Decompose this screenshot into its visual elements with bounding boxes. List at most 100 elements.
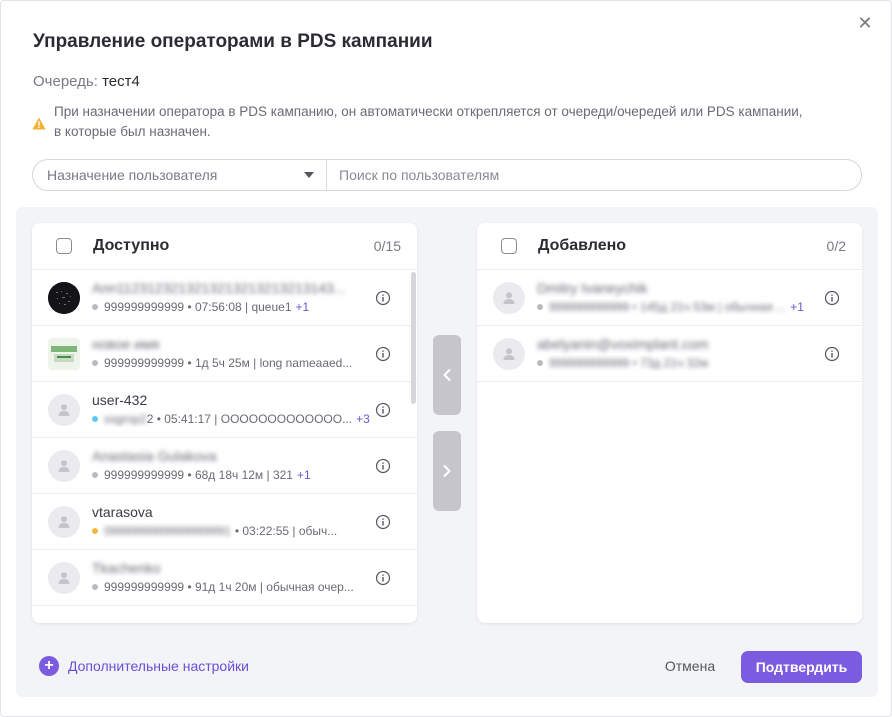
- avatar-image: [48, 337, 80, 370]
- avatar: [48, 449, 80, 482]
- warning-text: При назначении оператора в PDS кампанию,…: [54, 104, 803, 139]
- queue-value: тест4: [102, 73, 140, 90]
- available-header: Доступно 0/15: [32, 223, 417, 270]
- user-icon: [58, 571, 70, 584]
- available-list: Ann1123123213213213213213213143... 99999…: [32, 270, 417, 606]
- user-icon: [503, 347, 515, 360]
- added-list: Dmitry Ivaneychik 999999999999 • 145д 21…: [477, 270, 862, 382]
- status-dot: [92, 528, 98, 534]
- avatar: [48, 281, 80, 314]
- user-name: abelyanin@voximplant.com: [537, 336, 709, 352]
- extra-settings-button[interactable]: + Дополнительные настройки: [39, 656, 249, 676]
- user-name: новое имя: [92, 336, 160, 352]
- user-icon: [58, 515, 70, 528]
- filter-bar: Назначение пользователя: [32, 159, 862, 191]
- added-count: 0/2: [826, 238, 846, 254]
- extra-settings-label: Дополнительные настройки: [68, 658, 249, 674]
- chevron-left-icon: [443, 369, 451, 381]
- list-item[interactable]: Ann1123123213213213213213213143... 99999…: [32, 270, 417, 326]
- user-meta-text: 999999999999 • 145д 21ч 53м | обычная ..…: [549, 300, 787, 314]
- caret-down-icon: [304, 172, 314, 178]
- user-meta: 0999999999999999991 • 03:22:55 | обыч...: [92, 523, 387, 539]
- status-dot: [92, 360, 98, 366]
- avatar-image: [48, 281, 80, 314]
- info-icon[interactable]: [375, 290, 391, 306]
- status-dot: [92, 416, 98, 422]
- plus-icon: +: [39, 656, 59, 676]
- user-name: Anastasia Gulakova: [92, 448, 217, 464]
- user-name: user-432: [92, 392, 148, 408]
- list-item[interactable]: Dmitry Ivaneychik 999999999999 • 145д 21…: [477, 270, 862, 326]
- cancel-button[interactable]: Отмена: [657, 652, 723, 680]
- user-meta-text: 999999999999 • 68д 18ч 12м | 321: [104, 468, 293, 482]
- user-icon: [58, 403, 70, 416]
- available-scrollbar[interactable]: [411, 272, 416, 404]
- extra-queues-count: +1: [790, 300, 804, 314]
- available-panel: Доступно 0/15 Ann11231232132132132132132…: [32, 223, 417, 623]
- status-dot: [92, 304, 98, 310]
- info-icon[interactable]: [375, 402, 391, 418]
- info-icon[interactable]: [375, 570, 391, 586]
- extra-queues-count: +3: [356, 412, 370, 426]
- avatar: [48, 393, 80, 426]
- available-count: 0/15: [373, 238, 401, 254]
- list-item[interactable]: новое имя 999999999999 • 1д 5ч 25м | lon…: [32, 326, 417, 382]
- info-icon[interactable]: [824, 346, 840, 362]
- avatar: [48, 337, 80, 370]
- extra-queues-count: +1: [295, 300, 310, 314]
- user-meta-text: 999999999999 • 07:56:08 | queue1: [104, 300, 292, 314]
- user-meta-text: 999999999999 • 91д 1ч 20м | обычная очер…: [104, 580, 354, 594]
- assignment-select[interactable]: Назначение пользователя: [33, 160, 327, 190]
- avatar: [48, 505, 80, 538]
- user-name: Dmitry Ivaneychik: [537, 280, 648, 296]
- status-dot: [537, 304, 543, 310]
- extra-queues-count: +1: [296, 468, 311, 482]
- user-meta-blurred: ssgrop2: [104, 412, 147, 426]
- user-meta-text: 999999999999 • 73д 21ч 32м: [549, 356, 709, 370]
- list-item[interactable]: user-432 ssgrop2 2 • 05:41:17 | OOOOOOOO…: [32, 382, 417, 438]
- info-icon[interactable]: [375, 514, 391, 530]
- user-meta: 999999999999 • 07:56:08 | queue1 +1: [92, 299, 387, 315]
- user-meta-text: • 03:22:55 | обыч...: [234, 524, 338, 538]
- user-name: vtarasova: [92, 504, 153, 520]
- user-meta: 999999999999 • 68д 18ч 12м | 321 +1: [92, 467, 387, 483]
- added-header: Добавлено 0/2: [477, 223, 862, 270]
- status-dot: [92, 472, 98, 478]
- user-name: Ann1123123213213213213213213143...: [92, 280, 346, 296]
- avatar: [48, 561, 80, 594]
- dialog: ✕ Управление операторами в PDS кампании …: [0, 0, 892, 717]
- user-search-input[interactable]: [327, 160, 861, 190]
- info-icon[interactable]: [375, 346, 391, 362]
- user-icon: [503, 291, 515, 304]
- list-item[interactable]: Tkachenko 999999999999 • 91д 1ч 20м | об…: [32, 550, 417, 606]
- user-meta-blurred: 0999999999999999991: [104, 524, 231, 538]
- user-name: Tkachenko: [92, 560, 161, 576]
- warning-icon: [32, 117, 46, 130]
- list-item[interactable]: Anastasia Gulakova 999999999999 • 68д 18…: [32, 438, 417, 494]
- list-item[interactable]: vtarasova 0999999999999999991 • 03:22:55…: [32, 494, 417, 550]
- user-meta: 999999999999 • 1д 5ч 25м | long nameaaed…: [92, 355, 387, 371]
- status-dot: [537, 360, 543, 366]
- user-meta: 999999999999 • 145д 21ч 53м | обычная ..…: [537, 299, 822, 315]
- info-icon[interactable]: [824, 290, 840, 306]
- move-right-button[interactable]: [433, 431, 461, 511]
- select-all-added-checkbox[interactable]: [501, 238, 517, 254]
- warning-notice: При назначении оператора в PDS кампанию,…: [32, 102, 812, 142]
- queue-line: Очередь: тест4: [33, 73, 140, 90]
- user-icon: [58, 459, 70, 472]
- move-left-button[interactable]: [433, 335, 461, 415]
- status-dot: [92, 584, 98, 590]
- dialog-title: Управление операторами в PDS кампании: [33, 31, 433, 52]
- added-title: Добавлено: [538, 237, 627, 254]
- info-icon[interactable]: [375, 458, 391, 474]
- added-panel: Добавлено 0/2 Dmitry Ivaneychik 99999999…: [477, 223, 862, 623]
- select-all-available-checkbox[interactable]: [56, 238, 72, 254]
- user-meta: ssgrop2 2 • 05:41:17 | OOOOOOOOOOOOO... …: [92, 411, 387, 427]
- close-icon[interactable]: ✕: [855, 13, 875, 33]
- user-meta: 999999999999 • 73д 21ч 32м: [537, 355, 822, 371]
- avatar: [493, 337, 525, 370]
- confirm-button[interactable]: Подтвердить: [741, 651, 862, 683]
- chevron-right-icon: [443, 465, 451, 477]
- queue-label: Очередь:: [33, 73, 98, 90]
- list-item[interactable]: abelyanin@voximplant.com 999999999999 • …: [477, 326, 862, 382]
